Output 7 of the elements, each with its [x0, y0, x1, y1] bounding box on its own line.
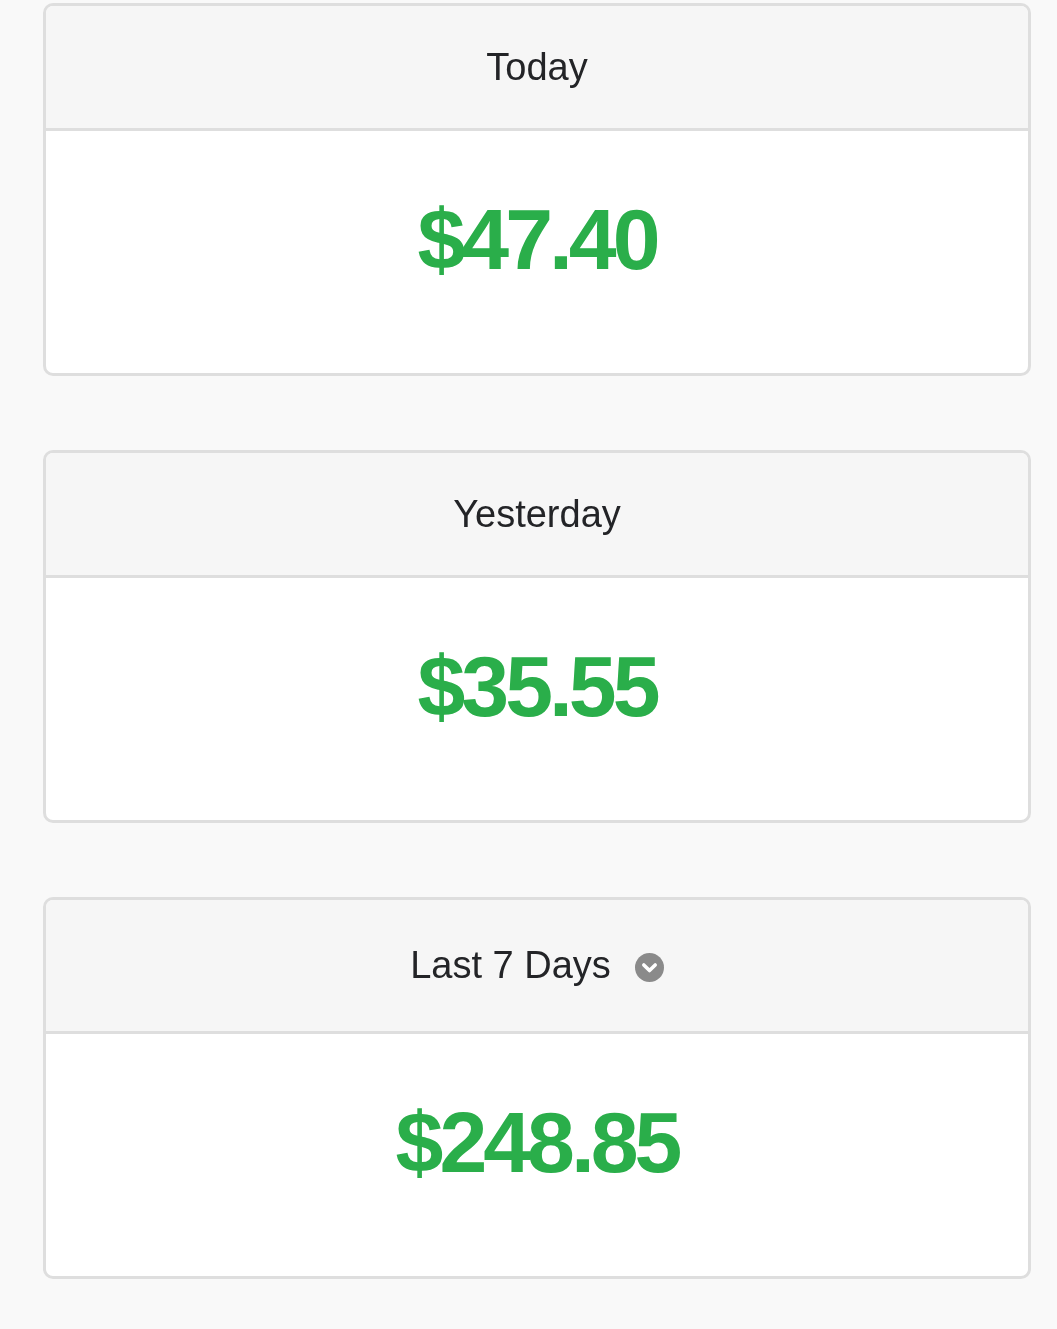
- period-title: Yesterday: [453, 492, 621, 536]
- amount-value: $35.55: [417, 638, 657, 734]
- period-title: Today: [486, 45, 588, 89]
- amount-value: $47.40: [417, 191, 657, 287]
- period-title: Last 7 Days: [410, 944, 611, 987]
- chevron-down-icon[interactable]: [634, 953, 664, 982]
- amount-value: $248.85: [395, 1094, 679, 1190]
